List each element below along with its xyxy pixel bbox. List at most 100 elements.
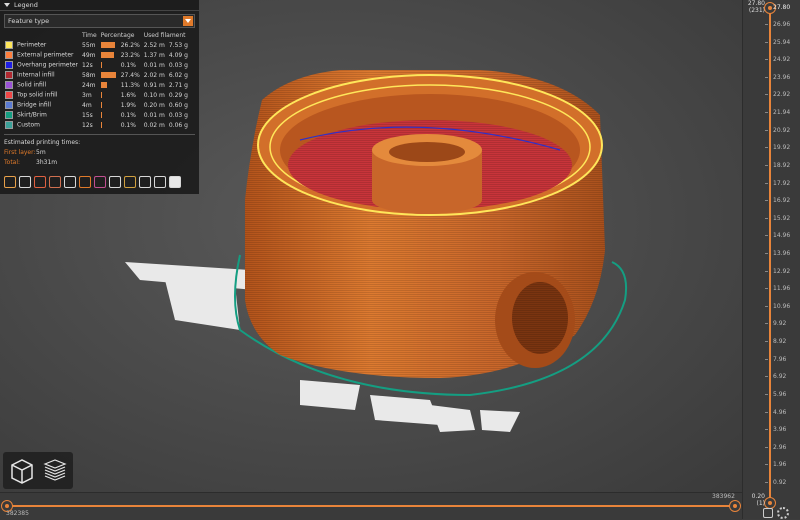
layer-tick-label: 21.94 xyxy=(773,109,791,117)
feature-percent: 26.2% xyxy=(120,41,140,49)
layer-tick-mark xyxy=(765,217,768,219)
legend-row[interactable]: Custom 12s 0.1% 0.02 m 0.06 g xyxy=(3,120,190,130)
percent-bar xyxy=(100,62,102,68)
top-layer-height: 27.80 xyxy=(747,0,765,7)
layer-tick-mark xyxy=(765,464,768,466)
legend-row[interactable]: Skirt/Brim 15s 0.1% 0.01 m 0.03 g xyxy=(3,110,190,120)
feature-cell: Overhang perimeter xyxy=(3,60,80,70)
feature-weight: 6.02 g xyxy=(168,71,188,79)
move-right-value: 383962 xyxy=(712,493,735,500)
percent-bar xyxy=(100,52,114,58)
feature-time: 55m xyxy=(82,41,96,49)
layer-tick-label: 3.96 xyxy=(773,426,787,434)
legend-title: Legend xyxy=(14,1,38,9)
feature-length: 0.01 m xyxy=(143,111,165,119)
legend-row[interactable]: Solid infill 24m 11.3% 0.91 m 2.71 g xyxy=(3,80,190,90)
collapse-triangle-icon[interactable] xyxy=(4,3,10,7)
feature-length: 0.02 m xyxy=(143,121,165,129)
color-swatch xyxy=(5,101,13,109)
center-of-gravity-icon[interactable] xyxy=(139,176,151,188)
feature-percent: 0.1% xyxy=(120,121,136,129)
move-left-value: 382385 xyxy=(6,510,29,517)
move-slider[interactable]: 382385 383962 xyxy=(0,492,742,520)
gear-icon[interactable] xyxy=(777,507,789,519)
feature-time: 12s xyxy=(82,61,93,69)
layer-tick-label: 25.94 xyxy=(773,38,791,46)
layer-tick-mark xyxy=(765,446,768,448)
feature-name: Overhang perimeter xyxy=(17,61,79,69)
layer-tick-label: 26.96 xyxy=(773,21,791,28)
shells-icon[interactable] xyxy=(154,176,166,188)
travel-icon[interactable] xyxy=(4,176,16,188)
feature-weight: 7.53 g xyxy=(168,41,188,49)
feature-percent: 0.1% xyxy=(120,61,136,69)
move-slider-track[interactable] xyxy=(6,505,736,507)
estimated-times: Estimated printing times: First layer:5m… xyxy=(4,134,195,168)
retraction-icon[interactable] xyxy=(34,176,46,188)
legend-row[interactable]: Overhang perimeter 12s 0.1% 0.01 m 0.03 g xyxy=(3,60,190,70)
layer-tick-mark xyxy=(765,129,768,131)
move-slider-right-thumb[interactable] xyxy=(729,500,741,512)
layer-tick-label: 5.96 xyxy=(773,390,787,398)
lock-icon[interactable] xyxy=(763,508,773,518)
layer-tick-label: 24.92 xyxy=(773,56,791,64)
custom-gcode-icon[interactable] xyxy=(124,176,136,188)
legend-row[interactable]: Internal infill 58m 27.4% 2.02 m 6.02 g xyxy=(3,70,190,80)
feature-time: 49m xyxy=(82,51,96,59)
feature-time: 4m xyxy=(82,101,92,109)
seam-icon[interactable] xyxy=(64,176,76,188)
feature-length: 2.02 m xyxy=(143,71,165,79)
layer-tick-label: 17.92 xyxy=(773,179,791,187)
layer-tick-label: 6.92 xyxy=(773,373,787,381)
layer-tick-mark xyxy=(765,76,768,78)
layer-slider[interactable]: 27.80 (231) 27.80 26.96 25.94 24.92 23.96 22.… xyxy=(742,0,800,519)
feature-name: Solid infill xyxy=(17,81,47,89)
legend-row[interactable]: Bridge infill 4m 1.9% 0.20 m 0.60 g xyxy=(3,100,190,110)
layer-tick-label: 20.92 xyxy=(773,126,791,134)
feature-percent: 0.1% xyxy=(120,111,136,119)
pause-icon[interactable] xyxy=(109,176,121,188)
wipe-icon[interactable] xyxy=(19,176,31,188)
layer-tick-label: 2.96 xyxy=(773,443,787,451)
layers-view-icon[interactable] xyxy=(39,455,71,487)
layer-tick-mark xyxy=(765,376,768,378)
top-layer-readout: 27.80 (231) xyxy=(745,0,765,14)
feature-cell: Internal infill xyxy=(3,70,80,80)
legend-row[interactable]: Perimeter 55m 26.2% 2.52 m 7.53 g xyxy=(3,40,190,50)
legend-header[interactable]: Legend xyxy=(0,0,199,11)
feature-cell: Bridge infill xyxy=(3,100,80,110)
feature-percent: 1.6% xyxy=(120,91,136,99)
layer-tick-mark xyxy=(765,341,768,343)
top-layer-number: (231) xyxy=(748,7,765,14)
layer-tick-label: 19.92 xyxy=(773,144,791,152)
color-change-icon[interactable] xyxy=(94,176,106,188)
3d-view-icon[interactable] xyxy=(6,455,38,487)
view-type-select[interactable]: Feature type xyxy=(4,14,195,28)
color-swatch xyxy=(5,71,13,79)
legend-row[interactable]: External perimeter 49m 23.2% 1.37 m 4.09 g xyxy=(3,50,190,60)
layer-tick-mark xyxy=(765,411,768,413)
feature-name: Bridge infill xyxy=(17,101,52,109)
deretraction-icon[interactable] xyxy=(49,176,61,188)
color-swatch xyxy=(5,91,13,99)
feature-cell: Perimeter xyxy=(3,40,80,50)
chevron-down-icon[interactable] xyxy=(183,16,193,26)
feature-percent: 27.4% xyxy=(120,71,140,79)
layer-tick-mark xyxy=(765,270,768,272)
view-type-value: Feature type xyxy=(8,17,50,25)
layer-tick-label: 7.96 xyxy=(773,355,787,363)
legend-row[interactable]: Top solid infill 3m 1.6% 0.10 m 0.29 g xyxy=(3,90,190,100)
layer-tick-mark xyxy=(765,182,768,184)
feature-cell: External perimeter xyxy=(3,50,80,60)
first-layer-value: 5m xyxy=(36,149,46,156)
bottom-layer-number: (1) xyxy=(756,500,766,507)
percent-bar xyxy=(100,42,115,48)
layer-tick-mark xyxy=(765,429,768,431)
view-toggle xyxy=(3,452,73,489)
feature-weight: 0.29 g xyxy=(168,91,188,99)
layer-slider-track[interactable] xyxy=(769,8,771,498)
tool-marker-icon[interactable] xyxy=(169,176,181,188)
feature-length: 0.01 m xyxy=(143,61,165,69)
col-feature xyxy=(3,31,80,40)
tool-change-icon[interactable] xyxy=(79,176,91,188)
